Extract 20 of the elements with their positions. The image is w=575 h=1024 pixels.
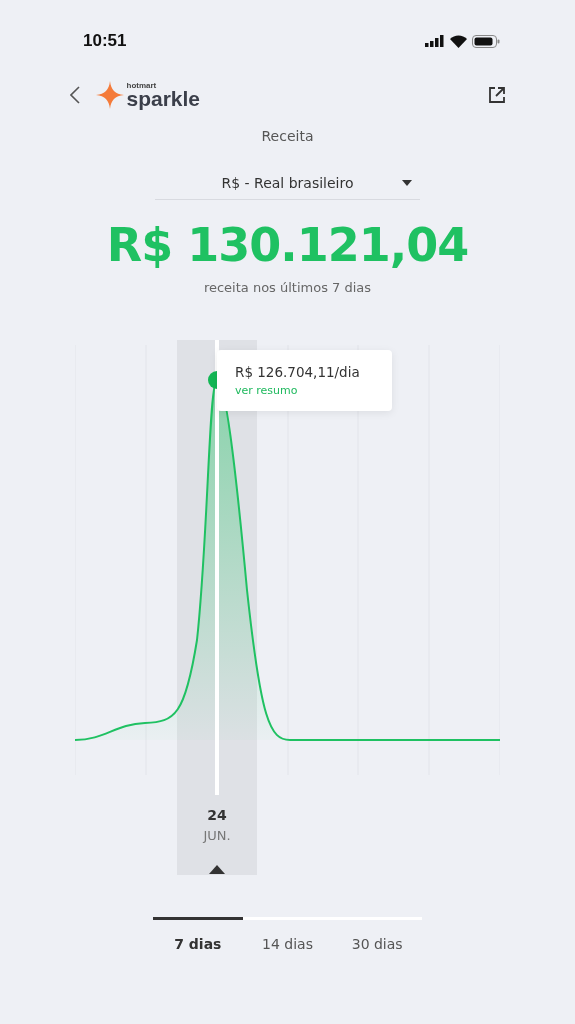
- caret-icon: [402, 180, 412, 186]
- page-title: Receita: [261, 128, 314, 144]
- total-caption: receita nos últimos 7 dias: [203, 280, 372, 295]
- currency-select[interactable]: R$ - Real brasileiro: [155, 166, 420, 200]
- status-time: 10:51: [83, 31, 127, 51]
- logo-product: sparkle: [126, 87, 201, 109]
- period-tab[interactable]: 14 dias: [242, 917, 333, 952]
- back-button[interactable]: [67, 84, 82, 106]
- tooltip-value: R$ 126.704,11/dia: [235, 364, 361, 380]
- total-amount: R$ 130.121,04: [106, 218, 469, 272]
- wifi-icon: [450, 34, 467, 48]
- signal-icon: [425, 35, 445, 47]
- date-month: JUN.: [203, 828, 231, 843]
- logo-brand: hotmart: [126, 81, 158, 90]
- period-tab[interactable]: 30 dias: [332, 917, 422, 952]
- battery-icon: [472, 34, 500, 48]
- date-day: 24: [207, 807, 227, 823]
- sparkle-logo-icon: [95, 81, 124, 109]
- pointer-icon: [209, 865, 225, 874]
- period-tab[interactable]: 7 dias: [153, 917, 243, 952]
